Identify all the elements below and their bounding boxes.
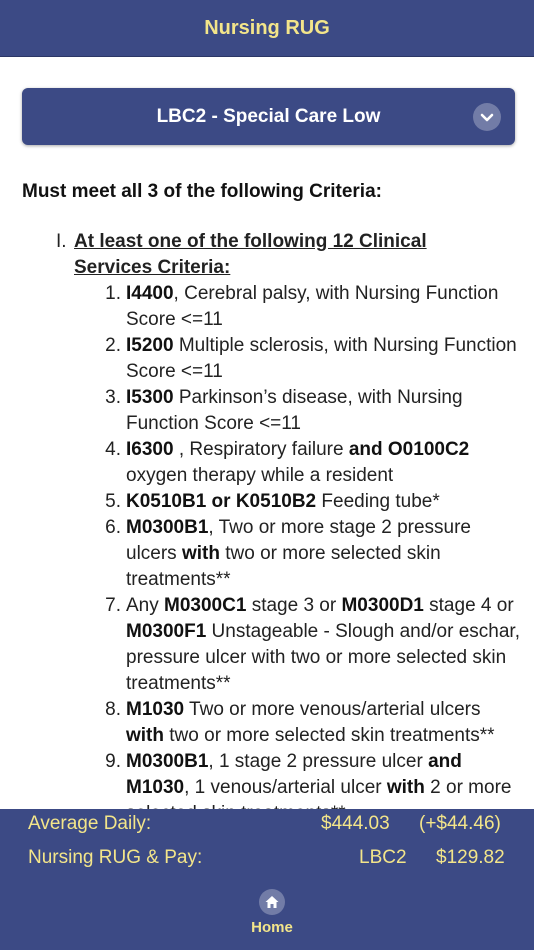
criteria-code: M0300F1 <box>126 621 207 642</box>
criteria-item-number: 2. <box>105 335 121 356</box>
average-daily-delta: (+$44.46) <box>419 813 501 834</box>
criteria-code: with <box>126 725 164 746</box>
criteria-code: and <box>428 751 462 772</box>
criteria-text: , 1 stage 2 pressure ulcer <box>208 751 429 772</box>
app-header: Nursing RUG <box>0 0 534 57</box>
criteria-code: M1030 <box>126 777 185 798</box>
page-title: Nursing RUG <box>204 16 330 39</box>
nursing-rug-pay-label: Nursing RUG & Pay: <box>28 847 203 868</box>
criteria-code: M0300C1 <box>164 595 247 616</box>
criteria-item: 7. Any M0300C1 stage 3 or M0300D1 stage 4… <box>105 593 521 697</box>
criteria-item: 5. K0510B1 or K0510B2 Feeding tube* <box>105 489 521 515</box>
criteria-code: with <box>386 777 425 798</box>
criteria-text: stage 3 or <box>246 595 342 616</box>
criteria-code: I4400 <box>126 283 174 304</box>
criteria-item-number: 1. <box>105 283 121 304</box>
criteria-heading: Must meet all 3 of the following Criteri… <box>22 181 382 202</box>
criteria-code: M0300B1 <box>126 751 209 772</box>
chevron-down-icon[interactable] <box>473 103 501 131</box>
criteria-text: Any <box>126 595 165 616</box>
criteria-code: M0300D1 <box>341 595 424 616</box>
criteria-item: 3. I5300 Parkinson’s disease, with Nursin… <box>105 385 521 437</box>
average-daily-label: Average Daily: <box>28 813 152 834</box>
nursing-rug-pay-value: $129.82 <box>436 847 505 868</box>
average-daily-value: $444.03 <box>321 813 390 834</box>
nursing-rug-code: LBC2 <box>359 847 407 868</box>
criteria-item: 4. I6300 , Respiratory failure and O0100C… <box>105 437 521 489</box>
criteria-item: 2. I5200 Multiple sclerosis, with Nursing… <box>105 333 521 385</box>
criteria-text: Parkinson’s disease, with Nursing Functi… <box>126 387 463 434</box>
criteria-code: K0510B1 or K0510B2 <box>126 491 317 512</box>
criteria-text: , Respiratory failure <box>173 439 349 460</box>
criteria-code: M1030 <box>126 699 185 720</box>
content-area[interactable]: LBC2 - Special Care Low Must meet all 3 … <box>0 57 534 809</box>
criteria-text: oxygen therapy while a resident <box>126 465 394 486</box>
criteria-text: , 1 venous/arterial ulcer <box>184 777 387 798</box>
home-label: Home <box>251 919 293 936</box>
criteria-item-number: 5. <box>105 491 121 512</box>
criteria-item-number: 7. <box>105 595 121 616</box>
home-icon <box>259 889 285 915</box>
home-button[interactable]: Home <box>237 887 307 943</box>
criteria-code: with <box>181 543 220 564</box>
criteria-code: M0300B1 <box>126 517 209 538</box>
criteria-item-number: 9. <box>105 751 121 772</box>
criteria-item: 8. M1030 Two or more venous/arterial ulce… <box>105 697 521 749</box>
criteria-item: 9. M0300B1, 1 stage 2 pressure ulcer and … <box>105 749 521 809</box>
section-numeral: I. <box>56 231 67 252</box>
criteria-item-number: 3. <box>105 387 121 408</box>
criteria-text: Two or more venous/arterial ulcers <box>184 699 481 720</box>
criteria-item: 6. M0300B1, Two or more stage 2 pressure … <box>105 515 521 593</box>
criteria-text: Multiple sclerosis, with Nursing Functio… <box>126 335 517 382</box>
rug-select-value: LBC2 - Special Care Low <box>156 105 381 127</box>
criteria-item-number: 6. <box>105 517 121 538</box>
criteria-code: and O0100C2 <box>348 439 470 460</box>
rug-select-dropdown[interactable]: LBC2 - Special Care Low <box>22 88 515 145</box>
criteria-item: 1. I4400, Cerebral palsy, with Nursing Fu… <box>105 281 521 333</box>
criteria-item-number: 4. <box>105 439 121 460</box>
criteria-item-number: 8. <box>105 699 121 720</box>
criteria-text: two or more selected skin treatments** <box>164 725 495 746</box>
criteria-code: I6300 <box>126 439 174 460</box>
section-title: At least one of the following 12 Clinica… <box>74 231 427 278</box>
summary-footer: Average Daily: $444.03 (+$44.46) Nursing… <box>0 809 534 950</box>
criteria-text: Feeding tube* <box>316 491 440 512</box>
criteria-text: stage 4 or <box>423 595 514 616</box>
clinical-criteria-list: 1. I4400, Cerebral palsy, with Nursing Fu… <box>105 281 521 809</box>
criteria-code: I5300 <box>126 387 174 408</box>
criteria-text: , Cerebral palsy, with Nursing Function … <box>126 283 499 330</box>
criteria-code: I5200 <box>126 335 174 356</box>
